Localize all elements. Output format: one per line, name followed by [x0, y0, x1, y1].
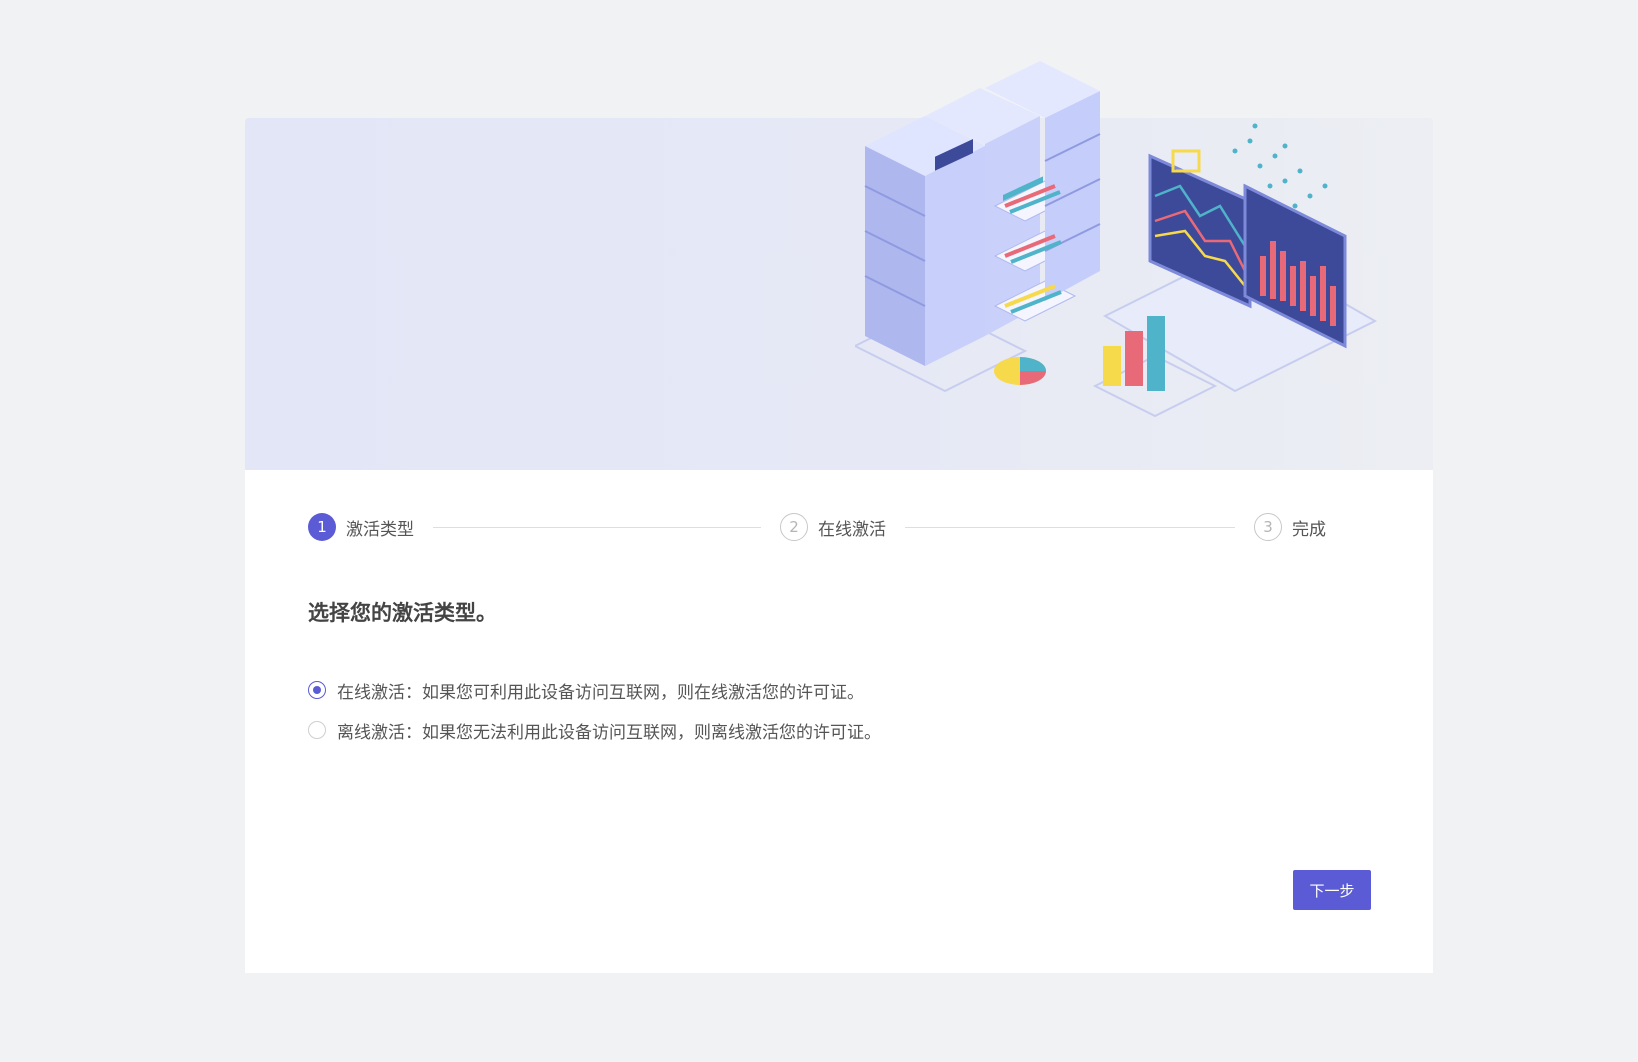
server-analytics-illustration-icon: [855, 61, 1378, 418]
step-3-number: 3: [1254, 513, 1282, 541]
activation-card: 1 激活类型 2 在线激活 3 完成 选择您的激活类型。 在线激活：如果您可利用…: [245, 61, 1433, 973]
step-3-label: 完成: [1292, 519, 1326, 540]
activation-type-options: 在线激活：如果您可利用此设备访问互联网，则在线激活您的许可证。 离线激活：如果您…: [308, 678, 881, 758]
online-activation-radio[interactable]: [308, 681, 326, 699]
offline-activation-option[interactable]: 离线激活：如果您无法利用此设备访问互联网，则离线激活您的许可证。: [308, 718, 881, 743]
wizard-body: 1 激活类型 2 在线激活 3 完成 选择您的激活类型。 在线激活：如果您可利用…: [245, 470, 1433, 973]
step-1-number: 1: [308, 513, 336, 541]
online-activation-option[interactable]: 在线激活：如果您可利用此设备访问互联网，则在线激活您的许可证。: [308, 678, 881, 703]
step-connector: [905, 527, 1235, 528]
step-1-label: 激活类型: [346, 519, 414, 540]
banner: [245, 61, 1433, 470]
next-button[interactable]: 下一步: [1293, 870, 1371, 910]
offline-activation-radio[interactable]: [308, 721, 326, 739]
step-2-label: 在线激活: [818, 519, 886, 540]
online-activation-label: 在线激活：如果您可利用此设备访问互联网，则在线激活您的许可证。: [337, 682, 864, 703]
page-title: 选择您的激活类型。: [308, 601, 497, 625]
offline-activation-label: 离线激活：如果您无法利用此设备访问互联网，则离线激活您的许可证。: [337, 722, 881, 743]
step-2-number: 2: [780, 513, 808, 541]
step-1: 1 激活类型: [308, 510, 414, 544]
step-indicator: 1 激活类型 2 在线激活 3 完成: [308, 510, 1371, 544]
step-2: 2 在线激活: [780, 510, 886, 544]
step-3: 3 完成: [1254, 510, 1326, 544]
step-connector: [433, 527, 761, 528]
